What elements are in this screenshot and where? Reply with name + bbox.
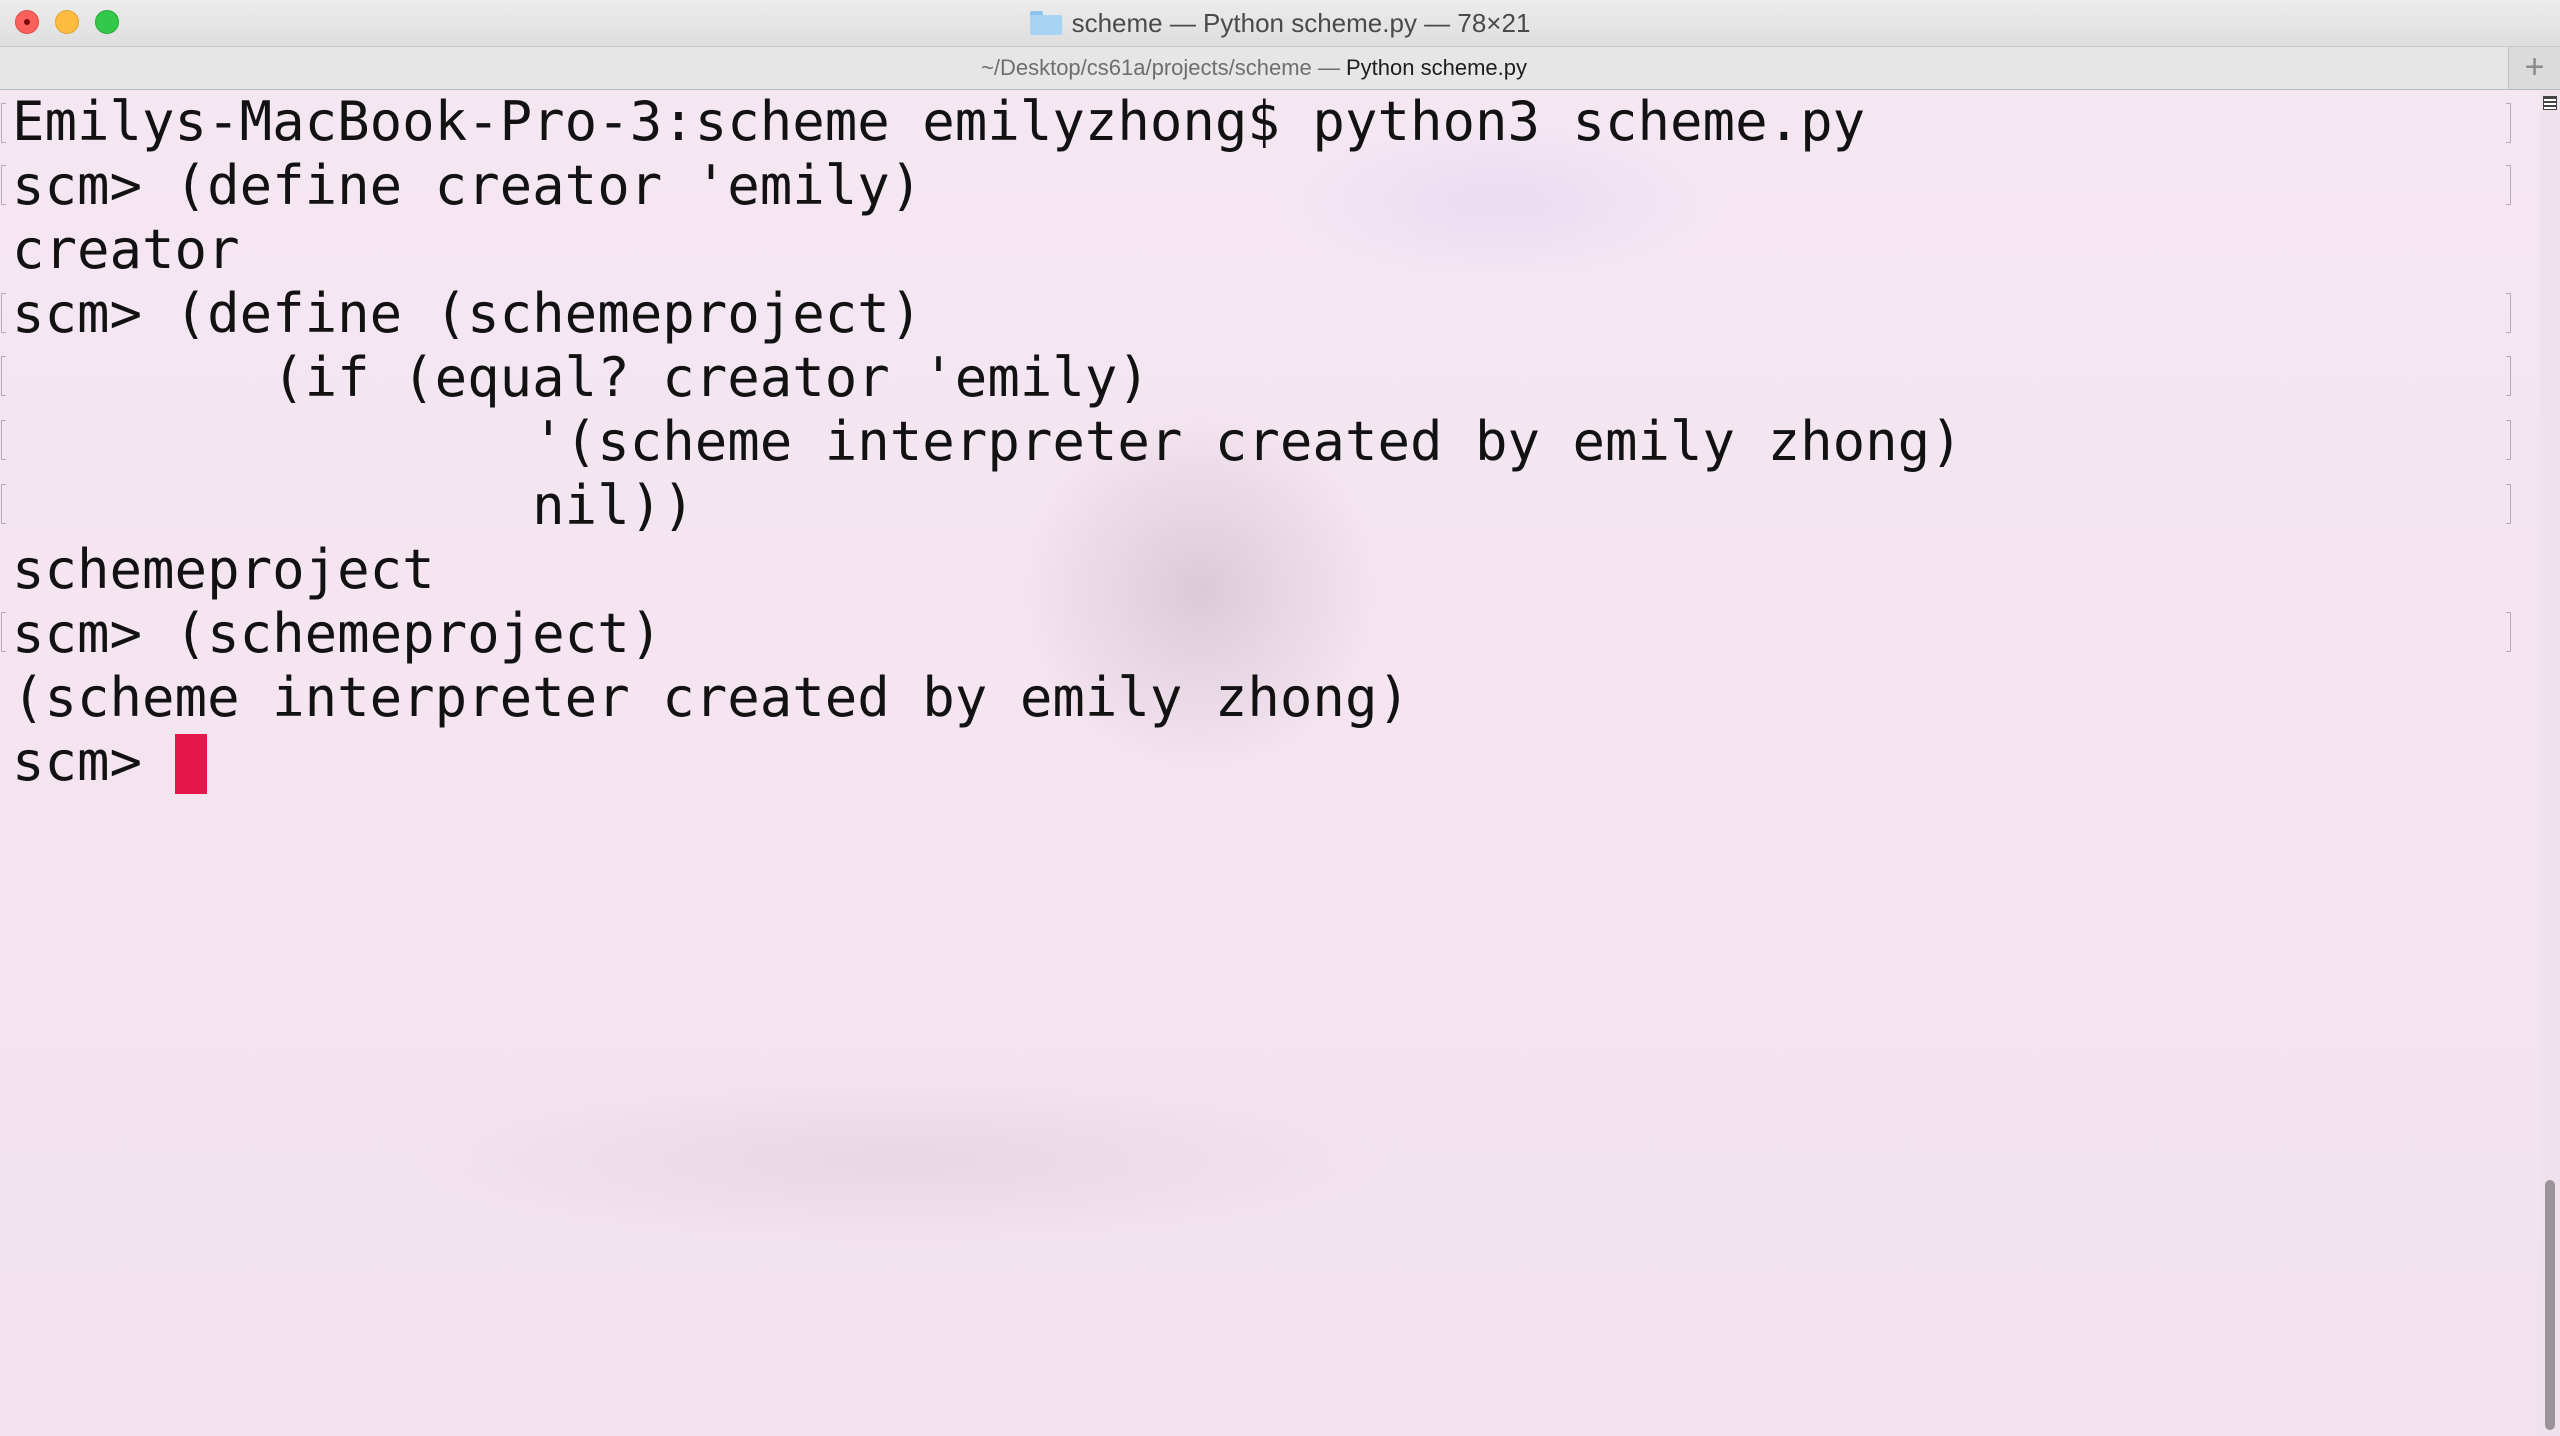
- command-mark: [1, 103, 6, 143]
- terminal-line: '(scheme interpreter created by emily zh…: [12, 410, 1963, 473]
- tab-scheme[interactable]: ~/Desktop/cs61a/projects/scheme — Python…: [0, 47, 2509, 89]
- tab-bar: ~/Desktop/cs61a/projects/scheme — Python…: [0, 47, 2560, 90]
- command-mark: [2506, 484, 2511, 524]
- terminal-window: scheme — Python scheme.py — 78×21 ~/Desk…: [0, 0, 2560, 1436]
- text-cursor: [174, 734, 207, 794]
- command-mark: [2506, 293, 2511, 333]
- terminal-line: (if (equal? creator 'emily): [12, 346, 1150, 409]
- command-mark: [2506, 356, 2511, 396]
- command-mark: [1, 165, 6, 205]
- title-bar[interactable]: scheme — Python scheme.py — 78×21: [0, 0, 2560, 47]
- command-mark: [2506, 103, 2511, 143]
- command-mark: [1, 356, 6, 396]
- command-mark: [2506, 165, 2511, 205]
- new-tab-button[interactable]: +: [2509, 47, 2560, 89]
- command-mark: [1, 612, 6, 652]
- window-title: scheme — Python scheme.py — 78×21: [0, 0, 2560, 46]
- terminal-line: nil)): [12, 474, 695, 537]
- terminal-line: creator: [12, 218, 240, 281]
- command-mark: [1, 420, 6, 460]
- plus-icon: +: [2524, 48, 2545, 86]
- command-mark: [2506, 420, 2511, 460]
- terminal-line: scm> (define (schemeproject): [12, 282, 923, 345]
- window-title-text: scheme — Python scheme.py — 78×21: [1071, 8, 1531, 38]
- prompt: scm>: [12, 730, 175, 793]
- command-mark: [2506, 612, 2511, 652]
- tab-label: Python scheme.py: [1346, 55, 1527, 80]
- terminal-line: schemeproject: [12, 538, 435, 601]
- tab-path: ~/Desktop/cs61a/projects/scheme —: [981, 55, 1346, 80]
- terminal-content[interactable]: Emilys-MacBook-Pro-3:scheme emilyzhong$ …: [0, 90, 2540, 1436]
- terminal-line: scm> (schemeproject): [12, 602, 663, 665]
- terminal-line: Emilys-MacBook-Pro-3:scheme emilyzhong$ …: [12, 90, 1866, 153]
- terminal-line: (scheme interpreter created by emily zho…: [12, 666, 1410, 729]
- folder-icon: [1029, 11, 1062, 36]
- prompt-line[interactable]: scm>: [12, 730, 207, 794]
- terminal-line: scm> (define creator 'emily): [12, 154, 923, 217]
- scrollbar-thumb[interactable]: [2545, 1180, 2555, 1430]
- scrollbar[interactable]: [2540, 90, 2560, 1436]
- marks-icon[interactable]: [2543, 96, 2557, 110]
- command-mark: [1, 293, 6, 333]
- command-mark: [1, 484, 6, 524]
